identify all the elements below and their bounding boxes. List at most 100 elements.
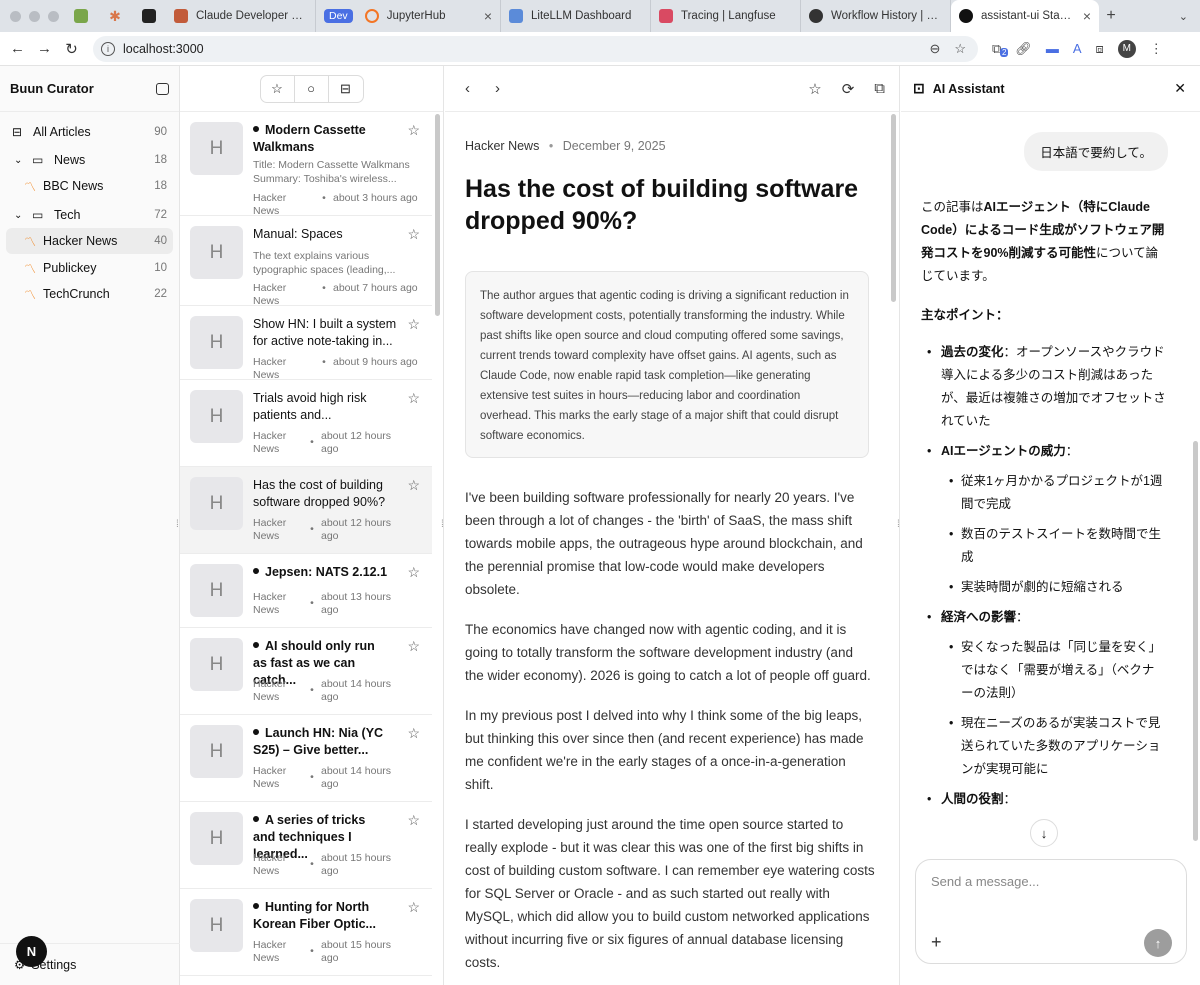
- pinned-tab[interactable]: ✱: [98, 0, 132, 32]
- star-icon[interactable]: ☆: [407, 725, 420, 742]
- chevron-down-icon[interactable]: ⌄: [6, 210, 26, 221]
- browser-tab[interactable]: Dev JupyterHub ×: [316, 0, 501, 32]
- extension-icon[interactable]: ⧉ 2: [992, 41, 1009, 57]
- star-icon[interactable]: ☆: [407, 638, 420, 655]
- sidebar-item-tech[interactable]: ⌄ ▭ Tech 72: [6, 202, 173, 228]
- folder-icon: ▭: [32, 153, 44, 167]
- article-card[interactable]: H Show HN: I built a system for active n…: [180, 306, 432, 381]
- extension-badge: 2: [1000, 47, 1009, 57]
- star-icon[interactable]: ☆: [808, 80, 821, 98]
- open-external-icon[interactable]: ⧉: [874, 80, 885, 98]
- sidebar-item-all-articles[interactable]: ⊟ All Articles 90: [6, 119, 173, 145]
- starred-filter-star-icon[interactable]: ☆: [261, 75, 295, 102]
- resize-handle[interactable]: ⁞: [176, 519, 179, 530]
- sidebar-item-techcrunch[interactable]: 〽 TechCrunch 22: [6, 281, 173, 307]
- tab-favicon: [659, 9, 673, 23]
- star-icon[interactable]: ☆: [407, 899, 420, 916]
- collapse-sidebar-icon[interactable]: [156, 82, 169, 95]
- resize-handle[interactable]: ⁞: [897, 519, 900, 530]
- article-card[interactable]: H Launch HN: Nia (YC S25) – Give better.…: [180, 715, 432, 802]
- article-card[interactable]: H Modern Cassette Walkmans ☆ Title: Mode…: [180, 112, 432, 217]
- tab-title: Tracing | Langfuse: [681, 10, 776, 22]
- ai-assistant-panel: ⊡ AI Assistant ✕ 日本語で要約して。 この記事はAIエージェント…: [901, 66, 1200, 985]
- new-tab-button[interactable]: +: [1099, 7, 1123, 25]
- star-icon[interactable]: ☆: [407, 812, 420, 829]
- minimize-window-button[interactable]: [29, 10, 40, 22]
- zoom-window-button[interactable]: [48, 10, 59, 22]
- puzzle-icon[interactable]: ⧈: [1095, 41, 1103, 57]
- sidebar-header: Buun Curator: [0, 66, 179, 112]
- browser-tab-active[interactable]: assistant-ui Starter Ap ×: [951, 0, 1099, 32]
- translate-icon[interactable]: A: [1073, 41, 1082, 56]
- scroll-to-bottom-arrow-icon[interactable]: ↓: [1030, 819, 1058, 847]
- star-icon[interactable]: ☆: [407, 390, 420, 407]
- sidebar-item-hacker-news[interactable]: 〽 Hacker News 40: [6, 228, 173, 254]
- pinned-tab-icon: [74, 9, 88, 23]
- points-list: 過去の変化：オープンソースやクラウド導入による多少のコスト削減はあったが、最近は…: [921, 341, 1166, 811]
- profile-avatar[interactable]: M: [1117, 39, 1136, 58]
- reader-scrollbar[interactable]: [891, 114, 896, 302]
- close-tab-icon[interactable]: ×: [484, 8, 492, 24]
- tab-favicon: [509, 9, 523, 23]
- chat-scrollbar[interactable]: [1193, 441, 1198, 841]
- article-card[interactable]: H A series of tricks and techniques I le…: [180, 802, 432, 889]
- sidebar-item-bbc-news[interactable]: 〽 BBC News 18: [6, 173, 173, 199]
- article-card[interactable]: H Jepsen: NATS 2.12.1 ☆ Hacker News • abou…: [180, 554, 432, 628]
- resize-handle[interactable]: ⁞: [441, 519, 444, 530]
- reload-icon[interactable]: ↻: [58, 40, 85, 58]
- browser-tab[interactable]: Claude Developer Platf: [166, 0, 316, 32]
- article-summary-box: The author argues that agentic coding is…: [465, 271, 869, 458]
- add-attachment-plus-icon[interactable]: +: [931, 932, 942, 953]
- close-window-button[interactable]: [10, 10, 21, 22]
- close-tab-icon[interactable]: ×: [1083, 8, 1091, 24]
- tab-group-badge[interactable]: Dev: [324, 9, 353, 23]
- article-card[interactable]: H Manual: Spaces ☆ The text explains var…: [180, 216, 432, 307]
- sidebar-item-publickey[interactable]: 〽 Publickey 10: [6, 255, 173, 281]
- menu-kebab-icon[interactable]: ⋮: [1150, 41, 1163, 57]
- pinned-tab-icon: [142, 9, 156, 23]
- message-composer[interactable]: Send a message... + ↑: [915, 859, 1187, 964]
- browser-tab[interactable]: LiteLLM Dashboard: [501, 0, 651, 32]
- nextjs-dev-badge[interactable]: N: [16, 936, 47, 967]
- star-icon[interactable]: ☆: [407, 122, 420, 139]
- url-input[interactable]: i localhost:3000 ⊖ ☆: [93, 35, 978, 62]
- zoom-icon[interactable]: ⊖: [929, 41, 940, 57]
- previous-article-chevron-icon[interactable]: ‹: [465, 80, 495, 97]
- article-card-selected[interactable]: H Has the cost of building software drop…: [180, 467, 432, 554]
- tab-search-chevron-icon[interactable]: ⌄: [1179, 10, 1188, 23]
- chevron-down-icon[interactable]: ⌄: [6, 155, 26, 166]
- browser-tab[interactable]: Tracing | Langfuse: [651, 0, 801, 32]
- pinned-tab[interactable]: [132, 0, 166, 32]
- refresh-icon[interactable]: ⟳: [842, 80, 855, 98]
- article-card[interactable]: H Trials avoid high risk patients and...…: [180, 380, 432, 467]
- rss-icon: 〽: [24, 179, 37, 194]
- star-icon[interactable]: ☆: [407, 564, 420, 581]
- url-text: localhost:3000: [123, 41, 204, 56]
- article-card[interactable]: H Hunting for North Korean Fiber Optic..…: [180, 889, 432, 976]
- bookmark-star-icon[interactable]: ☆: [954, 41, 966, 57]
- star-icon[interactable]: ☆: [407, 477, 420, 494]
- folder-icon: ▭: [32, 208, 44, 222]
- star-icon[interactable]: ☆: [407, 226, 420, 243]
- sidebar-item-news[interactable]: ⌄ ▭ News 18: [6, 147, 173, 173]
- pinned-tab[interactable]: [64, 0, 98, 32]
- all-filter-inbox-icon[interactable]: ⊟: [329, 76, 363, 102]
- site-info-icon[interactable]: i: [101, 41, 115, 56]
- sidebar-item-count: 10: [154, 262, 167, 274]
- extension-icon[interactable]: ▬: [1046, 41, 1059, 56]
- forward-arrow-icon[interactable]: →: [31, 40, 58, 57]
- unread-filter-circle-icon[interactable]: ○: [295, 75, 329, 102]
- browser-tab[interactable]: Workflow History | pro: [801, 0, 951, 32]
- link-icon[interactable]: 🔗︎: [1015, 41, 1032, 57]
- star-icon[interactable]: ☆: [407, 316, 420, 333]
- next-article-chevron-icon[interactable]: ›: [495, 80, 500, 97]
- tab-favicon: [174, 9, 188, 23]
- close-icon[interactable]: ✕: [1174, 80, 1186, 97]
- list-scrollbar[interactable]: [435, 114, 440, 316]
- article-title: Trials avoid high risk patients and...: [253, 391, 367, 422]
- back-arrow-icon[interactable]: ←: [4, 40, 31, 57]
- message-input[interactable]: Send a message...: [931, 874, 1039, 889]
- tab-title: Claude Developer Platf: [196, 10, 307, 22]
- article-card[interactable]: H AI should only run as fast as we can c…: [180, 628, 432, 715]
- send-arrow-icon[interactable]: ↑: [1144, 929, 1172, 957]
